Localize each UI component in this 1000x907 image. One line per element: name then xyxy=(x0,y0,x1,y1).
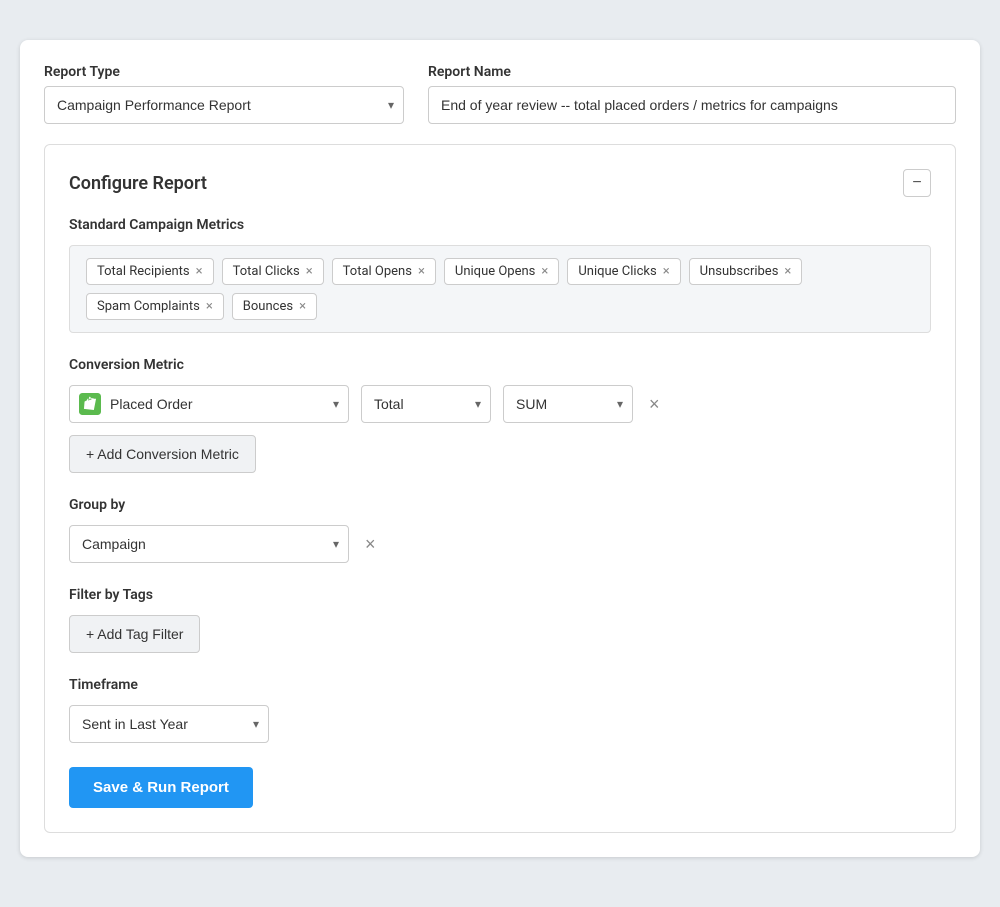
add-tag-filter-label: + Add Tag Filter xyxy=(86,626,183,642)
timeframe-select[interactable]: Sent in Last Year Sent in Last 30 Days S… xyxy=(69,705,269,743)
tag-remove-unsubscribes[interactable]: × xyxy=(784,265,791,278)
tag-unique-opens: Unique Opens × xyxy=(444,258,559,285)
tag-label: Unique Opens xyxy=(455,264,535,279)
group-by-select-wrapper: Campaign Flow Tag None ▾ xyxy=(69,525,349,563)
tag-remove-spam-complaints[interactable]: × xyxy=(206,300,213,313)
save-run-report-button[interactable]: Save & Run Report xyxy=(69,767,253,808)
placed-order-select-wrapper: Placed Order ▾ xyxy=(69,385,349,423)
top-row: Report Type Campaign Performance Report … xyxy=(44,64,956,124)
add-conversion-metric-label: + Add Conversion Metric xyxy=(86,446,239,462)
aggregate-select-wrapper: Total Unique Revenue ▾ xyxy=(361,385,491,423)
timeframe-select-wrapper: Sent in Last Year Sent in Last 30 Days S… xyxy=(69,705,269,743)
collapse-button[interactable]: − xyxy=(903,169,931,197)
report-name-label: Report Name xyxy=(428,64,956,80)
tag-label: Bounces xyxy=(243,299,293,314)
tag-label: Total Opens xyxy=(343,264,412,279)
page-container: Report Type Campaign Performance Report … xyxy=(0,20,1000,887)
tags-row: Total Recipients × Total Clicks × Total … xyxy=(86,258,914,320)
add-conversion-metric-button[interactable]: + Add Conversion Metric xyxy=(69,435,256,473)
tag-bounces: Bounces × xyxy=(232,293,317,320)
report-type-label: Report Type xyxy=(44,64,404,80)
report-type-group: Report Type Campaign Performance Report … xyxy=(44,64,404,124)
conversion-metric-label: Conversion Metric xyxy=(69,357,931,373)
configure-header: Configure Report − xyxy=(69,169,931,197)
shopify-icon xyxy=(79,393,101,415)
tag-remove-bounces[interactable]: × xyxy=(299,300,306,313)
timeframe-label: Timeframe xyxy=(69,677,931,693)
standard-metrics-label: Standard Campaign Metrics xyxy=(69,217,931,233)
configure-title: Configure Report xyxy=(69,173,207,194)
tag-remove-total-clicks[interactable]: × xyxy=(306,265,313,278)
group-by-label: Group by xyxy=(69,497,931,513)
report-name-input[interactable] xyxy=(428,86,956,124)
filter-tags-section: Filter by Tags + Add Tag Filter xyxy=(69,587,931,653)
report-type-select[interactable]: Campaign Performance Report Flow Perform… xyxy=(44,86,404,124)
group-by-section: Group by Campaign Flow Tag None ▾ × xyxy=(69,497,931,563)
tag-unique-clicks: Unique Clicks × xyxy=(567,258,680,285)
collapse-icon: − xyxy=(912,174,921,192)
placed-order-select[interactable]: Placed Order xyxy=(69,385,349,423)
standard-metrics-section: Standard Campaign Metrics Total Recipien… xyxy=(69,217,931,333)
conversion-metric-section: Conversion Metric Placed Order ▾ xyxy=(69,357,931,473)
tag-remove-total-opens[interactable]: × xyxy=(418,265,425,278)
aggregate-select[interactable]: Total Unique Revenue xyxy=(361,385,491,423)
remove-group-by-button[interactable]: × xyxy=(361,531,380,557)
function-select[interactable]: SUM AVG COUNT xyxy=(503,385,633,423)
report-type-select-wrapper: Campaign Performance Report Flow Perform… xyxy=(44,86,404,124)
group-by-select[interactable]: Campaign Flow Tag None xyxy=(69,525,349,563)
timeframe-section: Timeframe Sent in Last Year Sent in Last… xyxy=(69,677,931,743)
filter-tags-label: Filter by Tags xyxy=(69,587,931,603)
tag-label: Unique Clicks xyxy=(578,264,656,279)
remove-conversion-button[interactable]: × xyxy=(645,391,664,417)
tag-label: Unsubscribes xyxy=(700,264,779,279)
conversion-row: Placed Order ▾ Total Unique Revenue ▾ xyxy=(69,385,931,423)
add-tag-filter-button[interactable]: + Add Tag Filter xyxy=(69,615,200,653)
group-by-row: Campaign Flow Tag None ▾ × xyxy=(69,525,931,563)
configure-section: Configure Report − Standard Campaign Met… xyxy=(44,144,956,833)
tag-spam-complaints: Spam Complaints × xyxy=(86,293,224,320)
tag-remove-unique-clicks[interactable]: × xyxy=(663,265,670,278)
function-select-wrapper: SUM AVG COUNT ▾ xyxy=(503,385,633,423)
tag-unsubscribes: Unsubscribes × xyxy=(689,258,803,285)
tag-label: Total Clicks xyxy=(233,264,300,279)
tag-total-recipients: Total Recipients × xyxy=(86,258,214,285)
tag-remove-unique-opens[interactable]: × xyxy=(541,265,548,278)
tag-total-clicks: Total Clicks × xyxy=(222,258,324,285)
tag-label: Spam Complaints xyxy=(97,299,200,314)
report-name-group: Report Name xyxy=(428,64,956,124)
tag-label: Total Recipients xyxy=(97,264,190,279)
tag-remove-total-recipients[interactable]: × xyxy=(196,265,203,278)
metrics-area: Total Recipients × Total Clicks × Total … xyxy=(69,245,931,333)
tag-total-opens: Total Opens × xyxy=(332,258,436,285)
main-card: Report Type Campaign Performance Report … xyxy=(20,40,980,857)
